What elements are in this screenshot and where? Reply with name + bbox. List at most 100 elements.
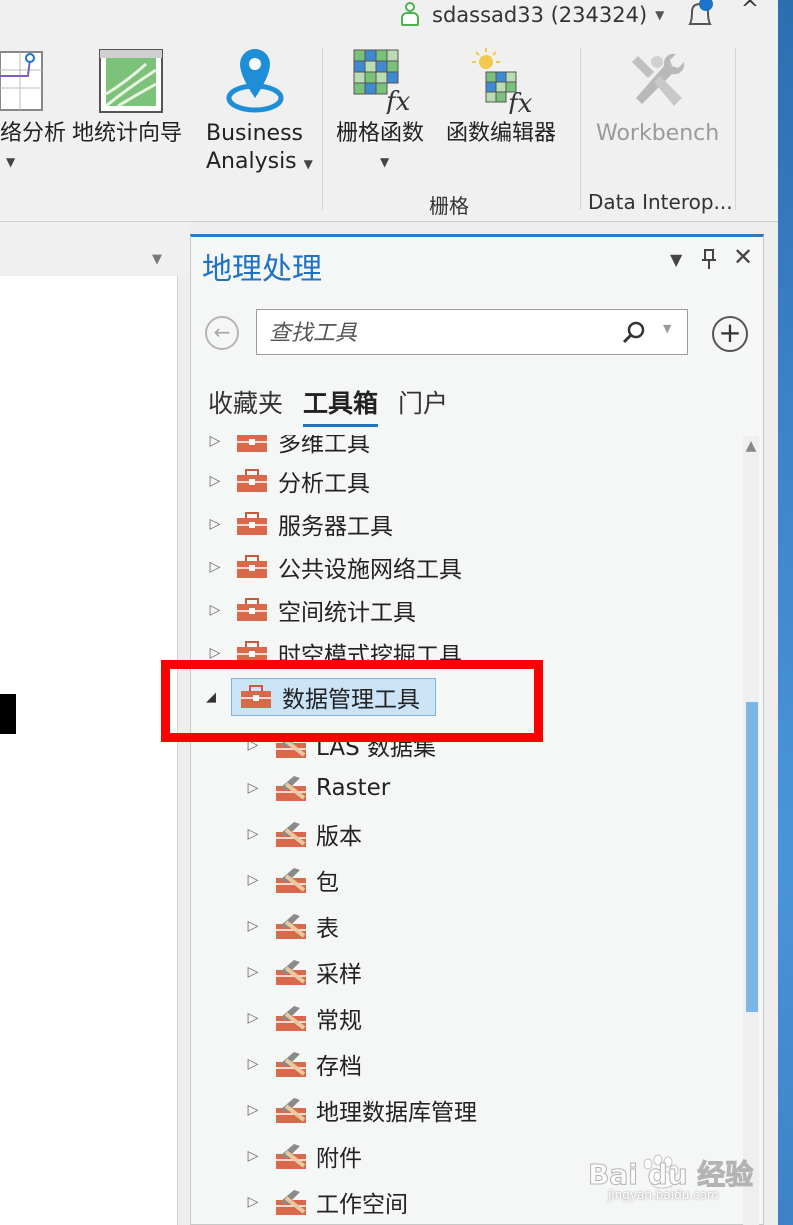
tree-item-general[interactable]: ▷ 常规 [246,998,362,1038]
toolbox-icon [237,555,267,578]
plus-icon: + [718,316,742,349]
tree-item-label: 包 [316,870,339,896]
tab-portal[interactable]: 门户 [398,384,448,427]
toolset-icon [276,822,306,847]
tree-item-raster[interactable]: ▷ Raster [246,768,390,808]
desktop-background [778,0,793,1225]
expand-icon[interactable]: ▷ [246,1148,260,1164]
tree-item-archiving[interactable]: ▷ 存档 [246,1044,362,1084]
toolset-icon [276,914,306,939]
scrollbar-thumb[interactable] [746,702,758,1012]
tree-item-spatial-statistics-tools[interactable]: ▷ 空间统计工具 [208,590,416,630]
expand-icon[interactable]: ▷ [246,826,260,842]
toolset-icon [276,1006,306,1031]
map-tab-dropdown-icon[interactable]: ▼ [152,252,162,267]
expand-icon[interactable]: ▷ [246,964,260,980]
toolbox-icon [237,598,267,621]
raster-functions-button[interactable]: 栅格函数 [336,120,424,148]
expand-icon[interactable]: ▷ [208,435,222,449]
geostatistical-wizard-label: 地统计向导 [72,121,183,146]
expand-icon[interactable]: ▷ [246,780,260,796]
search-box[interactable]: ▼ [256,309,688,356]
business-analysis-label-1: Business [206,121,304,146]
toolset-icon [276,1144,306,1169]
ribbon-separator [322,48,323,210]
user-label: sdassad33 (234324) [432,3,648,27]
expand-icon[interactable]: ▷ [246,1194,260,1210]
data-interop-group-label: Data Interop... [588,190,733,214]
close-icon[interactable]: ✕ [730,244,756,270]
expand-icon[interactable]: ▷ [246,1102,260,1118]
tree-item-label: 采样 [316,962,362,988]
toolset-icon [276,1098,306,1123]
function-editor-button[interactable]: 函数编辑器 [446,120,556,148]
watermark-url: jingyan.baidu.com [608,1188,719,1202]
map-view[interactable] [0,276,178,1225]
business-analysis-icon [226,49,284,113]
workbench-label: Workbench [596,121,720,146]
tree-item-versions[interactable]: ▷ 版本 [246,814,362,854]
business-analysis-button[interactable]: Business Analysis ▼ [206,120,313,178]
tree-item-label: 空间统计工具 [278,600,416,626]
expand-icon[interactable]: ▷ [246,1010,260,1026]
tab-favorites[interactable]: 收藏夹 [208,384,283,427]
toolbox-icon [237,435,267,452]
expand-icon[interactable]: ▷ [208,516,222,532]
tab-toolboxes[interactable]: 工具箱 [303,384,379,427]
pin-icon[interactable] [700,248,718,270]
workbench-button[interactable]: Workbench [596,120,719,148]
toolset-icon [276,1190,306,1215]
tree-item-server-tools[interactable]: ▷ 服务器工具 [208,504,393,544]
chevron-down-icon: ▼ [655,8,665,22]
network-analysis-button[interactable]: 络分析 [0,120,66,148]
expand-icon[interactable]: ▷ [246,918,260,934]
pane-tabs: 收藏夹 工具箱 门户 [208,384,448,427]
expand-icon[interactable]: ▷ [208,559,222,575]
user-menu[interactable]: sdassad33 (234324) ▼ [400,0,664,30]
tree-item-label: 工作空间 [316,1192,408,1218]
pane-options-icon[interactable]: ▼ [670,250,682,269]
tree-item-utility-network-tools[interactable]: ▷ 公共设施网络工具 [208,547,462,587]
tree-item-label: 版本 [316,824,362,850]
function-editor-label: 函数编辑器 [446,121,557,146]
raster-group-label: 栅格 [429,194,469,218]
back-button[interactable]: ← [205,316,239,350]
network-analysis-label: 络分析 [0,121,67,146]
raster-functions-icon: fx [353,49,411,114]
tree-item-analysis-tools[interactable]: ▷ 分析工具 [208,461,370,501]
svg-text:fx: fx [384,87,411,114]
tree-item-multidimension[interactable]: ▷ 多维工具 [208,435,370,461]
function-editor-icon: fx [472,48,533,114]
business-analysis-dropdown-icon[interactable]: ▼ [304,157,313,171]
toolset-icon [276,776,306,801]
network-analysis-icon [0,51,43,111]
toolbox-icon [237,469,267,492]
tree-item-label: 服务器工具 [278,514,393,540]
tree-item-attachments[interactable]: ▷ 附件 [246,1136,362,1176]
add-button[interactable]: + [712,316,748,352]
tree-item-geodatabase-admin[interactable]: ▷ 地理数据库管理 [246,1090,477,1130]
expand-icon[interactable]: ▷ [246,872,260,888]
expand-icon[interactable]: ▷ [208,602,222,618]
search-options-dropdown-icon[interactable]: ▼ [663,322,671,335]
tree-item-sampling[interactable]: ▷ 采样 [246,952,362,992]
geostatistical-wizard-button[interactable]: 地统计向导 [72,120,182,148]
tree-item-workspace[interactable]: ▷ 工作空间 [246,1182,408,1222]
collapse-ribbon-icon[interactable]: ^ [738,0,762,22]
expand-icon[interactable]: ▷ [208,645,222,661]
search-icon[interactable] [621,320,647,346]
toolset-icon [276,960,306,985]
ribbon-separator [735,48,736,210]
scroll-up-arrow-icon[interactable]: ▲ [743,436,759,456]
notification-bell-icon[interactable] [684,0,718,26]
expand-icon[interactable]: ▷ [246,1056,260,1072]
ribbon-separator [580,48,581,210]
raster-functions-dropdown-icon[interactable]: ▼ [380,155,389,169]
tree-item-label: 多维工具 [278,435,370,457]
search-input[interactable] [267,310,611,356]
network-analysis-dropdown-icon[interactable]: ▼ [6,155,15,169]
expand-icon[interactable]: ▷ [208,473,222,489]
tree-item-package[interactable]: ▷ 包 [246,860,339,900]
tree-item-table[interactable]: ▷ 表 [246,906,339,946]
tree-item-label: Raster [316,775,391,801]
